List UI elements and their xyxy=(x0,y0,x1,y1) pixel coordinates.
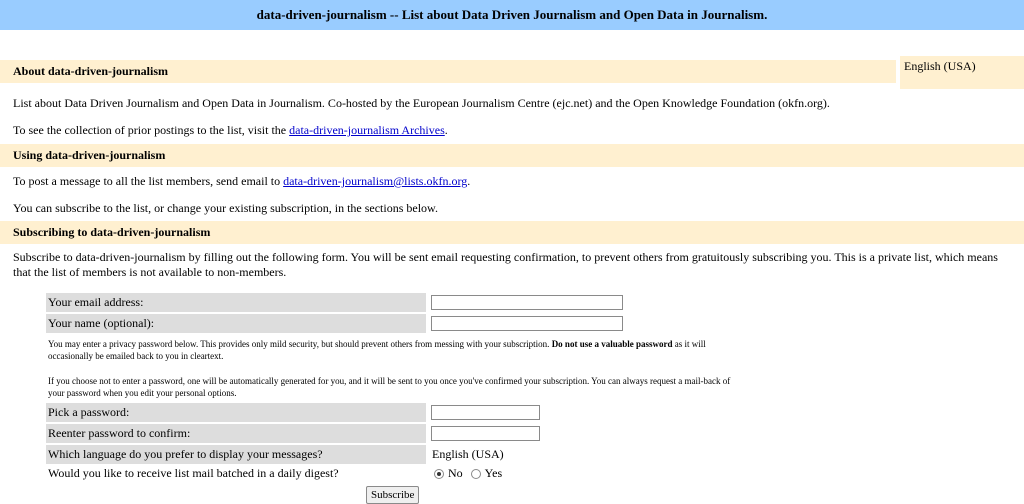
digest-yes-label: Yes xyxy=(484,466,503,480)
password-note-warning: Do not use a valuable password xyxy=(551,339,673,349)
password-field[interactable] xyxy=(431,405,540,420)
language-label: Which language do you prefer to display … xyxy=(46,445,426,464)
digest-yes-radio[interactable] xyxy=(470,468,481,479)
archives-prefix: To see the collection of prior postings … xyxy=(13,123,290,137)
name-field[interactable] xyxy=(431,316,623,331)
digest-no-radio[interactable] xyxy=(434,468,444,479)
subscribe-info: You can subscribe to the list, or change… xyxy=(13,201,438,215)
using-heading: Using data-driven-journalism xyxy=(0,144,1024,167)
digest-radio-group: No Yes xyxy=(434,466,510,481)
email-label: Your email address: xyxy=(46,293,426,312)
archives-suffix: . xyxy=(444,123,448,137)
about-description: List about Data Driven Journalism and Op… xyxy=(13,96,830,110)
page-title-bar: data-driven-journalism -- List about Dat… xyxy=(0,0,1024,30)
post-paragraph: To post a message to all the list member… xyxy=(13,174,470,189)
password-autogen-note: If you choose not to enter a password, o… xyxy=(48,376,731,398)
about-heading-text: About data-driven-journalism xyxy=(13,64,169,78)
archives-paragraph: To see the collection of prior postings … xyxy=(13,123,448,138)
reenter-password-label: Reenter password to confirm: xyxy=(46,424,426,443)
post-prefix: To post a message to all the list member… xyxy=(13,174,284,188)
digest-no-label: No xyxy=(448,466,463,480)
about-heading: About data-driven-journalism xyxy=(0,60,896,83)
language-value: English (USA) xyxy=(432,447,504,461)
language-indicator: English (USA) xyxy=(900,56,1024,89)
password-note-text: You may enter a privacy password below. … xyxy=(48,339,552,349)
digest-label: Would you like to receive list mail batc… xyxy=(48,466,339,480)
password-note: You may enter a privacy password below. … xyxy=(48,338,748,362)
email-field[interactable] xyxy=(431,295,623,310)
subscribing-heading-text: Subscribing to data-driven-journalism xyxy=(13,225,211,239)
subscribing-intro: Subscribe to data-driven-journalism by f… xyxy=(13,250,998,279)
subscribing-heading: Subscribing to data-driven-journalism xyxy=(0,221,1024,244)
using-heading-text: Using data-driven-journalism xyxy=(13,148,166,162)
page-title: data-driven-journalism -- List about Dat… xyxy=(256,7,768,22)
confirm-password-field[interactable] xyxy=(431,426,540,441)
archives-link[interactable]: data-driven-journalism Archives xyxy=(289,123,445,137)
name-label: Your name (optional): xyxy=(46,314,426,333)
post-suffix: . xyxy=(467,174,471,188)
post-email-link[interactable]: data-driven-journalism@lists.okfn.org xyxy=(283,174,467,188)
subscribe-button[interactable]: Subscribe xyxy=(366,486,420,504)
pick-password-label: Pick a password: xyxy=(46,403,426,422)
